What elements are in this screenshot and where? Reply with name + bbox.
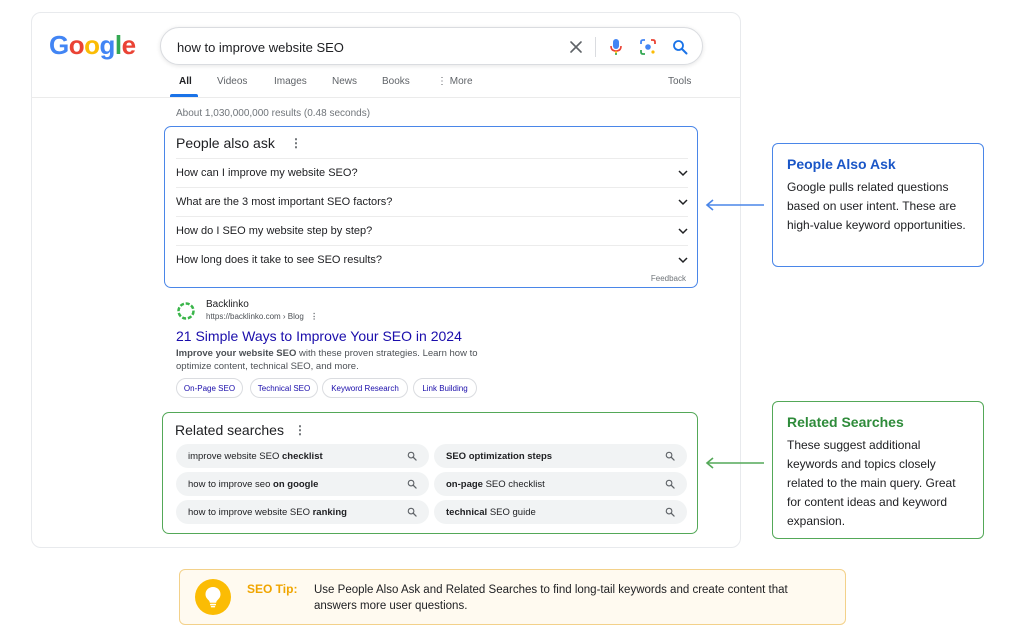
tab-books[interactable]: Books <box>382 76 410 87</box>
arrow-left-icon <box>705 457 764 469</box>
search-icon <box>407 451 417 461</box>
chip-on-page-seo[interactable]: On-Page SEO <box>176 378 243 398</box>
tab-more[interactable]: ⋮ More <box>437 76 473 87</box>
search-input[interactable] <box>177 37 557 57</box>
rs-bold: checklist <box>281 450 323 462</box>
paa-question-text: How can I improve my website SEO? <box>176 167 358 179</box>
result-url[interactable]: https://backlinko.com › Blog ⋮ <box>206 312 318 321</box>
logo-letter: o <box>68 30 85 60</box>
tip-text: Use People Also Ask and Related Searches… <box>314 584 788 612</box>
tabs-divider <box>31 97 741 98</box>
search-icon[interactable] <box>669 36 691 58</box>
related-search-text: how to improve website SEO ranking <box>188 507 347 518</box>
chevron-down-icon <box>678 257 688 264</box>
logo-letter: l <box>114 30 122 60</box>
logo-letter: G <box>49 30 69 60</box>
rs-normal: improve website SEO <box>188 450 282 462</box>
search-icon <box>665 479 675 489</box>
tip-label: SEO Tip: <box>247 582 298 596</box>
search-tabs: All Videos Images News Books ⋮ More Tool… <box>170 74 700 98</box>
tab-videos[interactable]: Videos <box>217 76 247 87</box>
search-icon <box>407 507 417 517</box>
paa-feedback-link[interactable]: Feedback <box>651 274 686 283</box>
callout-title: People Also Ask <box>787 156 896 172</box>
rs-normal: how to improve seo <box>188 478 274 490</box>
arrow-left-icon <box>705 199 764 211</box>
chevron-down-icon <box>678 170 688 177</box>
chip-link-building[interactable]: Link Building <box>413 378 477 398</box>
google-logo[interactable]: Google <box>49 30 136 61</box>
rs-more-icon[interactable]: ⋮ <box>294 423 306 437</box>
rs-bold: technical <box>446 506 488 518</box>
result-snippet: Improve your website SEO with these prov… <box>176 347 506 373</box>
related-search-item[interactable]: improve website SEO checklist <box>176 444 429 468</box>
paa-question[interactable]: What are the 3 most important SEO factor… <box>176 187 688 216</box>
backlinko-favicon <box>177 302 195 320</box>
lightbulb-icon <box>195 579 231 615</box>
result-url-text: https://backlinko.com › Blog <box>206 312 304 321</box>
related-search-item[interactable]: SEO optimization steps <box>434 444 687 468</box>
rs-bold: on google <box>273 478 319 490</box>
paa-more-icon[interactable]: ⋮ <box>290 136 302 150</box>
callout-related-searches: Related Searches These suggest additiona… <box>772 401 984 539</box>
related-search-item[interactable]: how to improve website SEO ranking <box>176 500 429 524</box>
snippet-bold: Improve your website SEO <box>176 348 297 359</box>
rs-title: Related searches <box>175 422 284 438</box>
logo-letter: g <box>99 30 116 60</box>
paa-question[interactable]: How do I SEO my website step by step? <box>176 216 688 245</box>
tab-tools[interactable]: Tools <box>668 76 691 87</box>
tab-all[interactable]: All <box>179 76 192 87</box>
rs-bold: SEO optimization steps <box>446 450 553 462</box>
paa-question[interactable]: How can I improve my website SEO? <box>176 158 688 187</box>
related-search-text: on-page SEO checklist <box>446 479 545 490</box>
people-also-ask-box: People also ask ⋮ How can I improve my w… <box>164 126 698 288</box>
rs-bold: on-page <box>446 478 483 490</box>
paa-question-text: How do I SEO my website step by step? <box>176 225 373 237</box>
related-search-text: improve website SEO checklist <box>188 451 323 462</box>
related-search-item[interactable]: on-page SEO checklist <box>434 472 687 496</box>
callout-body: These suggest additional keywords and to… <box>787 438 956 528</box>
callout-body: Google pulls related questions based on … <box>787 180 966 232</box>
chevron-down-icon <box>678 228 688 235</box>
chip-technical-seo[interactable]: Technical SEO <box>250 378 318 398</box>
lens-icon[interactable] <box>637 36 659 58</box>
close-icon[interactable] <box>565 36 587 58</box>
rs-normal: SEO guide <box>487 506 536 518</box>
callout-people-also-ask: People Also Ask Google pulls related que… <box>772 143 984 267</box>
logo-letter: e <box>121 30 136 60</box>
search-icon <box>665 507 675 517</box>
seo-tip-banner: SEO Tip: Use People Also Ask and Related… <box>179 569 846 625</box>
related-search-text: SEO optimization steps <box>446 451 552 462</box>
related-searches-box: Related searches ⋮ improve website SEO c… <box>162 412 698 534</box>
search-icon <box>407 479 417 489</box>
search-box <box>160 27 703 65</box>
microphone-icon[interactable] <box>605 36 627 58</box>
related-search-item[interactable]: how to improve seo on google <box>176 472 429 496</box>
result-site-name[interactable]: Backlinko <box>206 299 249 310</box>
related-search-item[interactable]: technical SEO guide <box>434 500 687 524</box>
related-search-text: technical SEO guide <box>446 507 536 518</box>
related-search-text: how to improve seo on google <box>188 479 318 490</box>
chip-keyword-research[interactable]: Keyword Research <box>322 378 408 398</box>
rs-bold: ranking <box>312 506 347 518</box>
rs-normal: SEO checklist <box>482 478 545 490</box>
chevron-down-icon <box>678 199 688 206</box>
callout-title: Related Searches <box>787 414 904 430</box>
rs-normal: how to improve website SEO <box>188 506 313 518</box>
result-more-icon[interactable]: ⋮ <box>310 312 318 321</box>
paa-question-text: What are the 3 most important SEO factor… <box>176 196 393 208</box>
logo-letter: o <box>84 30 100 60</box>
paa-question-text: How long does it take to see SEO results… <box>176 254 383 266</box>
tab-images[interactable]: Images <box>274 76 307 87</box>
paa-question[interactable]: How long does it take to see SEO results… <box>176 245 688 274</box>
paa-title: People also ask <box>176 135 275 151</box>
search-divider <box>595 37 596 57</box>
tab-news[interactable]: News <box>332 76 357 87</box>
result-title-link[interactable]: 21 Simple Ways to Improve Your SEO in 20… <box>176 328 462 344</box>
search-icon <box>665 451 675 461</box>
result-stats: About 1,030,000,000 results (0.48 second… <box>176 108 371 119</box>
